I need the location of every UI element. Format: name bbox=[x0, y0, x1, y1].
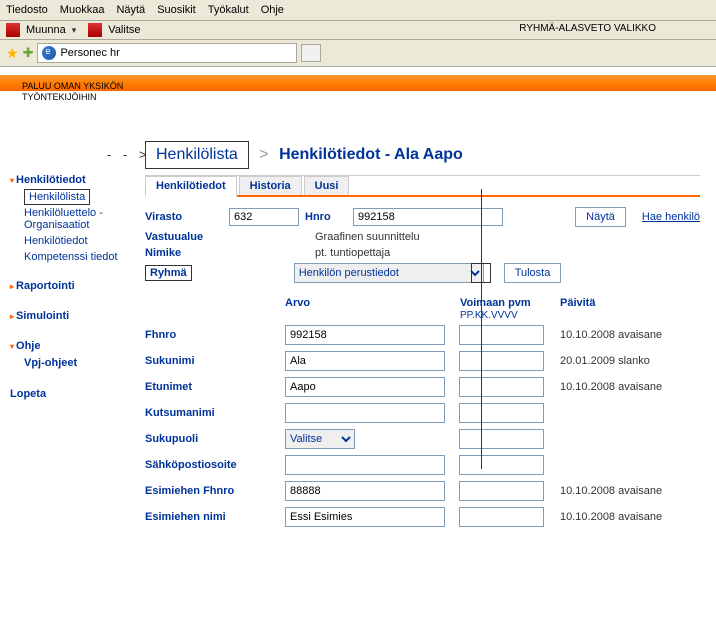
nav-vpj[interactable]: Vpj-ohjeet bbox=[10, 355, 121, 371]
voimaan-input[interactable] bbox=[459, 481, 544, 501]
data-table: Arvo Voimaan pvm PP.KK.VVVV Päivitä Fhnr… bbox=[145, 297, 700, 527]
paivita-text: 10.10.2008 avaisane bbox=[560, 329, 700, 341]
nav-henkilotiedot2[interactable]: Henkilötiedot bbox=[10, 233, 121, 249]
row-label: Fhnro bbox=[145, 329, 285, 341]
arvo-input[interactable] bbox=[285, 507, 445, 527]
arvo-input[interactable] bbox=[285, 325, 445, 345]
hnro-label: Hnro bbox=[305, 211, 347, 223]
th-paivita: Päivitä bbox=[560, 297, 690, 321]
muunna-button[interactable]: Muunna bbox=[26, 24, 66, 36]
paivita-text: 10.10.2008 avaisane bbox=[560, 381, 700, 393]
table-row: SukupuoliValitse bbox=[145, 429, 700, 449]
addressbar: ★ ✚ Personec hr bbox=[0, 40, 716, 67]
menu-fav[interactable]: Suosikit bbox=[157, 4, 196, 16]
sukupuoli-select[interactable]: Valitse bbox=[285, 429, 355, 449]
valitse-button[interactable]: Valitse bbox=[108, 24, 140, 36]
annotation-paluu: PALUU OMAN YKSIKÖN TYÖNTEKIJÖIHIN bbox=[22, 81, 123, 103]
vastuualue-label: Vastuualue bbox=[145, 231, 315, 243]
voimaan-input[interactable] bbox=[459, 377, 544, 397]
voimaan-input[interactable] bbox=[459, 507, 544, 527]
virasto-input[interactable] bbox=[229, 208, 299, 226]
nimike-label: Nimike bbox=[145, 247, 315, 259]
tabs: Henkilötiedot Historia Uusi bbox=[145, 176, 700, 197]
row-label: Etunimet bbox=[145, 381, 285, 393]
page-title: Henkilötiedot - Ala Aapo bbox=[279, 146, 463, 163]
nimike-value: pt. tuntiopettaja bbox=[315, 247, 390, 259]
add-favorite-icon[interactable]: ✚ bbox=[23, 45, 34, 61]
table-row: Sukunimi 20.01.2009 slanko bbox=[145, 351, 700, 371]
nav-henkiloluettelo[interactable]: Henkilöluettelo - Organisaatiot bbox=[10, 205, 121, 233]
table-row: Kutsumanimi bbox=[145, 403, 700, 423]
breadcrumb-separator: > bbox=[253, 146, 274, 163]
menu-file[interactable]: Tiedosto bbox=[6, 4, 48, 16]
favorites-star-icon[interactable]: ★ bbox=[6, 45, 19, 62]
menubar[interactable]: Tiedosto Muokkaa Näytä Suosikit Työkalut… bbox=[0, 0, 716, 21]
ryhma-select[interactable]: Henkilön perustiedot bbox=[294, 263, 484, 283]
hae-henkilo-link[interactable]: Hae henkilö bbox=[642, 211, 700, 223]
new-tab-button[interactable] bbox=[301, 44, 321, 62]
voimaan-input[interactable] bbox=[459, 325, 544, 345]
ryhma-label: Ryhmä bbox=[145, 265, 192, 281]
tab-henkilotiedot[interactable]: Henkilötiedot bbox=[145, 176, 237, 197]
toolbar: Muunna ▾ Valitse RYHMÄ-ALASVETO VALIKKO bbox=[0, 21, 716, 40]
arvo-input[interactable] bbox=[285, 377, 445, 397]
browser-tab[interactable]: Personec hr bbox=[37, 43, 297, 63]
ie-icon bbox=[42, 46, 56, 60]
paivita-text: 10.10.2008 avaisane bbox=[560, 511, 700, 523]
table-row: Esimiehen nimi 10.10.2008 avaisane bbox=[145, 507, 700, 527]
menu-view[interactable]: Näytä bbox=[116, 4, 145, 16]
voimaan-input[interactable] bbox=[459, 429, 544, 449]
row-label: Sukunimi bbox=[145, 355, 285, 367]
row-label: Kutsumanimi bbox=[145, 407, 285, 419]
voimaan-input[interactable] bbox=[459, 403, 544, 423]
paivita-text: 10.10.2008 avaisane bbox=[560, 485, 700, 497]
tulosta-button[interactable]: Tulosta bbox=[504, 263, 562, 283]
menu-tools[interactable]: Työkalut bbox=[208, 4, 249, 16]
breadcrumb-henkilolista[interactable]: Henkilölista bbox=[145, 141, 249, 169]
th-voimaan: Voimaan pvm PP.KK.VVVV bbox=[460, 297, 560, 321]
arvo-input[interactable] bbox=[285, 455, 445, 475]
nav-henkilolista[interactable]: Henkilölista bbox=[24, 189, 90, 205]
annotation-ryhma-dropdown: RYHMÄ-ALASVETO VALIKKO bbox=[519, 23, 656, 34]
nav-henkilotiedot[interactable]: ▾Henkilötiedot bbox=[10, 171, 121, 189]
annotation-vertical-line bbox=[481, 189, 482, 469]
table-row: Fhnro 10.10.2008 avaisane bbox=[145, 325, 700, 345]
content-area: - - > Henkilölista > Henkilötiedot - Ala… bbox=[125, 91, 716, 553]
vastuualue-value: Graafinen suunnittelu bbox=[315, 231, 420, 243]
nav-ohje[interactable]: ▾Ohje bbox=[10, 337, 121, 355]
nav-lopeta[interactable]: Lopeta bbox=[10, 385, 121, 403]
virasto-label: Virasto bbox=[145, 211, 223, 223]
table-row: Sähköpostiosoite bbox=[145, 455, 700, 475]
pdf-icon bbox=[6, 23, 20, 37]
arvo-input[interactable] bbox=[285, 351, 445, 371]
row-label: Sähköpostiosoite bbox=[145, 459, 285, 471]
table-row: Etunimet 10.10.2008 avaisane bbox=[145, 377, 700, 397]
menu-help[interactable]: Ohje bbox=[261, 4, 284, 16]
nav-kompetenssi[interactable]: Kompetenssi tiedot bbox=[10, 249, 121, 265]
breadcrumb: Henkilölista > Henkilötiedot - Ala Aapo bbox=[145, 141, 700, 169]
tab-uusi[interactable]: Uusi bbox=[304, 176, 350, 195]
row-label: Sukupuoli bbox=[145, 433, 285, 445]
nav-raportointi[interactable]: ▸Raportointi bbox=[10, 277, 121, 295]
voimaan-input[interactable] bbox=[459, 455, 544, 475]
annotation-arrow-dashes: - - > bbox=[107, 147, 150, 162]
tab-title: Personec hr bbox=[60, 47, 119, 59]
nayta-button[interactable]: Näytä bbox=[575, 207, 626, 227]
voimaan-input[interactable] bbox=[459, 351, 544, 371]
nav-simulointi[interactable]: ▸Simulointi bbox=[10, 307, 121, 325]
paivita-text: 20.01.2009 slanko bbox=[560, 355, 700, 367]
pdf-select-icon bbox=[88, 23, 102, 37]
tab-historia[interactable]: Historia bbox=[239, 176, 302, 195]
row-label: Esimiehen nimi bbox=[145, 511, 285, 523]
menu-edit[interactable]: Muokkaa bbox=[60, 4, 105, 16]
th-arvo: Arvo bbox=[285, 297, 460, 321]
row-label: Esimiehen Fhnro bbox=[145, 485, 285, 497]
arvo-input[interactable] bbox=[285, 481, 445, 501]
dropdown-arrow-icon[interactable]: ▾ bbox=[72, 25, 77, 36]
table-row: Esimiehen Fhnro 10.10.2008 avaisane bbox=[145, 481, 700, 501]
arvo-input[interactable] bbox=[285, 403, 445, 423]
